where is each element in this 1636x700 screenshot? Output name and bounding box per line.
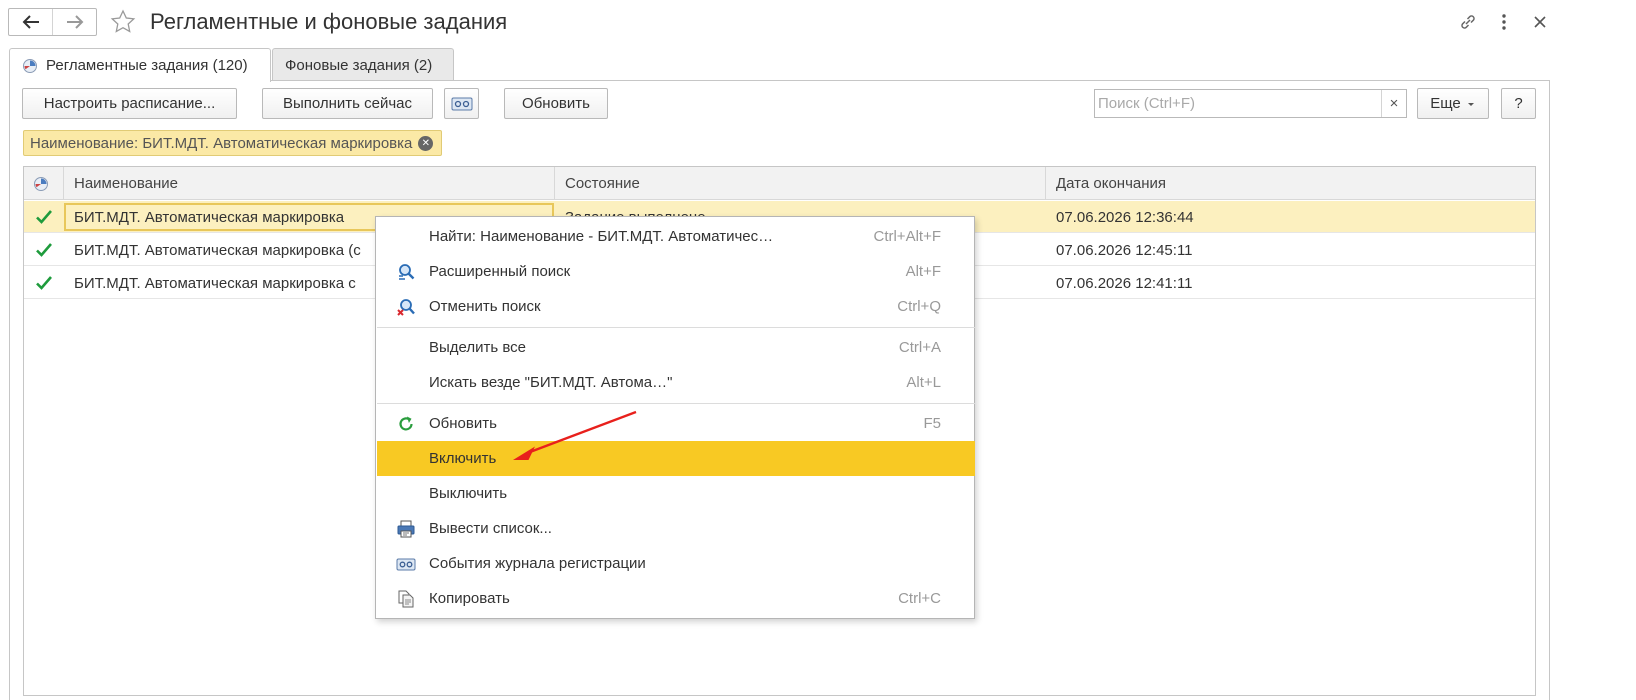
context-menu: Найти: Наименование - БИТ.МДТ. Автоматич… <box>375 216 975 619</box>
check-icon <box>36 276 52 290</box>
close-icon[interactable] <box>1530 12 1550 32</box>
run-now-button[interactable]: Выполнить сейчас <box>262 88 433 119</box>
menu-item-cancel-search[interactable]: Отменить поиск Ctrl+Q <box>377 289 975 324</box>
event-log-icon <box>451 97 472 110</box>
menu-item-event-log[interactable]: События журнала регистрации <box>377 546 975 581</box>
menu-item-copy[interactable]: Копировать Ctrl+C <box>377 581 975 616</box>
advanced-search-icon <box>399 264 415 280</box>
copy-icon <box>398 590 414 608</box>
menu-item-label: Копировать <box>429 590 510 607</box>
arrow-right-icon <box>66 15 83 29</box>
menu-item-shortcut: Alt+L <box>906 374 941 391</box>
refresh-button[interactable]: Обновить <box>504 88 608 119</box>
menu-item-label: Отменить поиск <box>429 298 541 315</box>
column-header-name[interactable]: Наименование <box>64 167 555 200</box>
cell-end-date[interactable]: 07.06.2026 12:41:11 <box>1046 267 1537 299</box>
schedule-button[interactable]: Настроить расписание... <box>22 88 237 119</box>
menu-item-shortcut: Ctrl+Alt+F <box>873 228 941 245</box>
menu-item-label: Искать везде "БИТ.МДТ. Автома…" <box>429 374 673 391</box>
menu-item-label: Включить <box>429 450 497 467</box>
scheduled-job-icon <box>23 58 37 73</box>
star-icon[interactable] <box>110 9 136 35</box>
search-input[interactable] <box>1095 90 1381 117</box>
menu-item-select-all[interactable]: Выделить все Ctrl+A <box>377 330 975 365</box>
filter-label: Наименование: БИТ.МДТ. Автоматическая ма… <box>30 134 413 152</box>
link-icon[interactable] <box>1458 12 1478 32</box>
event-log-button[interactable] <box>444 88 479 119</box>
menu-item-label: События журнала регистрации <box>429 555 646 572</box>
menu-item-shortcut: Alt+F <box>905 263 941 280</box>
arrow-left-icon <box>22 15 39 29</box>
menu-item-label: Выделить все <box>429 339 527 356</box>
search-clear-button[interactable]: × <box>1381 90 1406 117</box>
search-box: × <box>1094 89 1407 118</box>
menu-item-label: Расширенный поиск <box>429 263 571 280</box>
menu-item-label: Выключить <box>429 485 508 502</box>
menu-item-advanced-search[interactable]: Расширенный поиск Alt+F <box>377 254 975 289</box>
menu-item-enable[interactable]: Включить <box>377 441 975 476</box>
more-label: Еще <box>1430 95 1461 112</box>
tab-label: Регламентные задания (120) <box>46 57 248 74</box>
check-icon <box>36 243 52 257</box>
history-nav <box>8 8 97 36</box>
cancel-search-icon <box>397 299 415 316</box>
menu-item-search-everywhere[interactable]: Искать везде "БИТ.МДТ. Автома…" Alt+L <box>377 365 975 400</box>
print-list-icon <box>397 520 415 538</box>
scheduled-job-icon <box>34 176 48 191</box>
menu-separator <box>377 403 975 404</box>
tab-scheduled-jobs[interactable]: Регламентные задания (120) <box>9 48 271 82</box>
caret-down-icon <box>1467 102 1474 106</box>
refresh-icon <box>399 416 413 431</box>
menu-item-find[interactable]: Найти: Наименование - БИТ.МДТ. Автоматич… <box>377 219 975 254</box>
menu-item-label: Вывести список... <box>429 520 552 537</box>
menu-separator <box>377 327 975 328</box>
menu-item-shortcut: Ctrl+C <box>898 590 941 607</box>
table-header: Наименование Состояние Дата окончания <box>24 167 1535 200</box>
more-button[interactable]: Еще <box>1417 88 1489 119</box>
menu-item-refresh[interactable]: Обновить F5 <box>377 406 975 441</box>
menu-item-shortcut: F5 <box>923 415 941 432</box>
cell-end-date[interactable]: 07.06.2026 12:36:44 <box>1046 201 1537 233</box>
status-column-header[interactable] <box>24 167 64 200</box>
menu-item-shortcut: Ctrl+A <box>898 339 941 356</box>
help-button[interactable]: ? <box>1501 88 1536 119</box>
cell-end-date[interactable]: 07.06.2026 12:45:11 <box>1046 234 1537 266</box>
check-icon <box>36 210 52 224</box>
menu-item-disable[interactable]: Выключить <box>377 476 975 511</box>
menu-item-shortcut: Ctrl+Q <box>897 298 941 315</box>
filter-chip: Наименование: БИТ.МДТ. Автоматическая ма… <box>23 130 443 156</box>
menu-item-label: Обновить <box>429 415 497 432</box>
more-vertical-icon[interactable] <box>1494 12 1514 32</box>
forward-button[interactable] <box>52 9 96 35</box>
filter-remove-icon[interactable]: ✕ <box>418 135 434 151</box>
menu-item-label: Найти: Наименование - БИТ.МДТ. Автоматич… <box>429 228 774 245</box>
page-title: Регламентные и фоновые задания <box>150 9 508 34</box>
tab-label: Фоновые задания (2) <box>285 56 433 74</box>
menu-item-print-list[interactable]: Вывести список... <box>377 511 975 546</box>
back-button[interactable] <box>9 9 52 35</box>
event-log-icon <box>396 558 416 571</box>
column-header-state[interactable]: Состояние <box>555 167 1046 200</box>
tab-background-jobs[interactable]: Фоновые задания (2) <box>272 48 454 81</box>
column-header-end-date[interactable]: Дата окончания <box>1046 167 1537 200</box>
